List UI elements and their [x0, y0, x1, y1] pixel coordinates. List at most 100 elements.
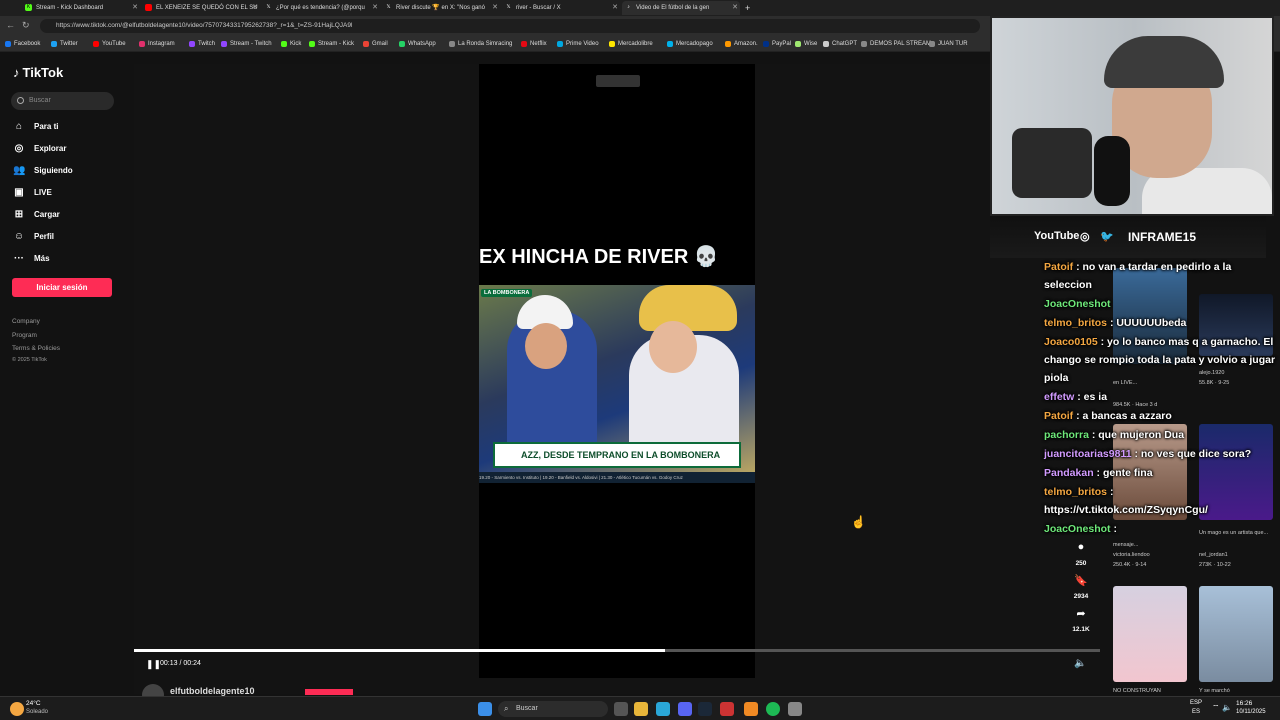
back-icon[interactable]: ← [6, 20, 15, 30]
url-text: https://www.tiktok.com/@elfutboldelagent… [56, 22, 353, 29]
bookmark-icon [51, 41, 57, 47]
related-video[interactable] [1199, 586, 1273, 682]
bookmark-item[interactable]: Netflix [520, 38, 547, 50]
keyboard-lang[interactable]: ESP [1190, 700, 1202, 706]
related-video[interactable] [1113, 586, 1187, 682]
close-icon[interactable]: ✕ [372, 1, 378, 15]
nav-item-más[interactable]: ··· Más [13, 252, 50, 266]
bookmark-item[interactable]: Twitter [50, 38, 78, 50]
volume-icon[interactable]: 🔈 [1074, 658, 1086, 669]
share-icon[interactable]: ➦ [1068, 607, 1094, 620]
bookmark-item[interactable]: La Ronda Simracing [448, 38, 512, 50]
nav-item-explorar[interactable]: ◎ Explorar [13, 142, 67, 156]
bookmark-icon [221, 41, 227, 47]
browser-tab[interactable]: 𝕏 river - Buscar / X ✕ [502, 1, 620, 15]
discord-icon[interactable] [678, 702, 692, 716]
nav-item-para-ti[interactable]: ⌂ Para ti [13, 120, 59, 134]
edge-icon[interactable] [656, 702, 670, 716]
author-name[interactable]: elfutboldelagente10 [170, 686, 255, 696]
location-tag: LA BOMBONERA [481, 289, 533, 297]
browser-tab[interactable]: 𝕏 ¿Por qué es tendencia? (@porqu ✕ [262, 1, 380, 15]
video-player[interactable]: EX HINCHA DE RIVER 💀 LA BOMBONERA AZZ, D… [479, 64, 755, 678]
taskbar-search[interactable]: ⌕ Buscar [498, 701, 608, 717]
bookmark-label: Netflix [530, 41, 547, 47]
bookmark-item[interactable]: YouTube [92, 38, 126, 50]
spotify-icon[interactable] [766, 702, 780, 716]
chat-username: Patoif [1044, 410, 1074, 422]
bookmark-item[interactable]: WhatsApp [398, 38, 436, 50]
wifi-icon[interactable]: ⌔ [1212, 703, 1220, 713]
bookmark-icon[interactable]: 🔖 [1068, 574, 1094, 587]
file-explorer-icon[interactable] [634, 702, 648, 716]
bookmark-icon [861, 41, 867, 47]
app-icon[interactable] [788, 702, 802, 716]
bookmark-icon [763, 41, 769, 47]
footer-link-program[interactable]: Program [12, 332, 37, 339]
nav-item-live[interactable]: ▣ LIVE [13, 186, 52, 200]
pause-icon[interactable]: ❚❚ [146, 659, 161, 670]
bookmark-item[interactable]: PayPal [762, 38, 791, 50]
instagram-icon: ◎ [1080, 231, 1090, 243]
close-icon[interactable]: ✕ [492, 1, 498, 15]
browser-tab[interactable]: 𝕏 River discute 🏆 en X: "Nos ganó ✕ [382, 1, 500, 15]
browser-tab[interactable]: K Stream - Kick Dashboard ✕ [22, 1, 140, 15]
login-button[interactable]: Iniciar sesión [12, 278, 112, 297]
browser-tab[interactable]: EL XENEIZE SE QUEDÓ CON EL SU ✕ [142, 1, 260, 15]
bookmark-label: WhatsApp [408, 41, 436, 47]
bookmark-item[interactable]: Twitch [188, 38, 215, 50]
close-icon[interactable]: ✕ [732, 1, 738, 15]
x-icon: 𝕏 [266, 4, 271, 10]
close-icon[interactable]: ✕ [132, 1, 138, 15]
bookmark-label: Kick [290, 41, 302, 47]
chat-username: Patoif [1044, 261, 1074, 273]
clock-time[interactable]: 16:26 [1236, 700, 1252, 707]
bookmark-item[interactable]: Mercadolibre [608, 38, 653, 50]
bookmark-item[interactable]: Amazon. [724, 38, 758, 50]
search-input[interactable]: Buscar [11, 92, 114, 110]
bookmark-icon [557, 41, 563, 47]
bookmark-item[interactable]: ChatGPT [822, 38, 857, 50]
bookmark-item[interactable]: Prime Video [556, 38, 599, 50]
bookmark-label: La Ronda Simracing [458, 41, 513, 47]
steam-icon[interactable] [698, 702, 712, 716]
logo-text: TikTok [22, 65, 64, 80]
follow-button[interactable] [305, 689, 353, 695]
bookmark-item[interactable]: Mercadopago [666, 38, 713, 50]
reload-icon[interactable]: ↻ [22, 20, 30, 31]
progress-bar[interactable] [134, 649, 1100, 652]
new-tab-button[interactable]: + [742, 1, 756, 15]
bookmark-item[interactable]: Instagram [138, 38, 175, 50]
bookmark-item[interactable]: Stream - Kick [308, 38, 354, 50]
bookmark-item[interactable]: Gmail [362, 38, 388, 50]
footer-link-terms[interactable]: Terms & Policies [12, 345, 60, 352]
video-tools[interactable] [596, 75, 640, 87]
nav-item-siguiendo[interactable]: 👥 Siguiendo [13, 164, 73, 178]
bookmark-item[interactable]: DEMOS PAL STREAM [860, 38, 931, 50]
close-icon[interactable]: ✕ [252, 1, 258, 15]
bookmark-item[interactable]: JUAN TUR [928, 38, 968, 50]
bookmark-item[interactable]: Facebook [4, 38, 40, 50]
footer-link-company[interactable]: Company [12, 318, 40, 325]
bookmark-icon [667, 41, 673, 47]
bookmark-icon [521, 41, 527, 47]
search-icon [17, 97, 24, 104]
task-view-icon[interactable] [614, 702, 628, 716]
score-ticker: 19.20 - Sarmiento vs. Instituto | 19.20 … [479, 472, 755, 483]
url-input[interactable]: https://www.tiktok.com/@elfutboldelagent… [40, 19, 980, 33]
windows-start-icon[interactable] [478, 702, 492, 716]
bookmark-item[interactable]: Stream - Twitch [220, 38, 272, 50]
browser-tab-active[interactable]: ♪ Video de El fútbol de la gen ✕ [622, 1, 740, 15]
app-icon[interactable] [744, 702, 758, 716]
nav-item-cargar[interactable]: ⊞ Cargar [13, 208, 60, 222]
tab-label: Video de El fútbol de la gen [636, 5, 710, 11]
bookmark-item[interactable]: Kick [280, 38, 301, 50]
nav-label: LIVE [34, 188, 52, 197]
nav-item-perfil[interactable]: ☺ Perfil [13, 230, 54, 244]
nav-label: Explorar [34, 144, 67, 153]
bookmark-item[interactable]: Wise [794, 38, 817, 50]
app-icon[interactable] [720, 702, 734, 716]
close-icon[interactable]: ✕ [612, 1, 618, 15]
volume-icon[interactable]: 🔈 [1222, 703, 1232, 712]
tiktok-sidebar: ♪ TikTok Buscar ⌂ Para ti ◎ Explorar 👥 Siguie… [0, 52, 134, 696]
tiktok-logo[interactable]: ♪ TikTok [13, 65, 63, 80]
